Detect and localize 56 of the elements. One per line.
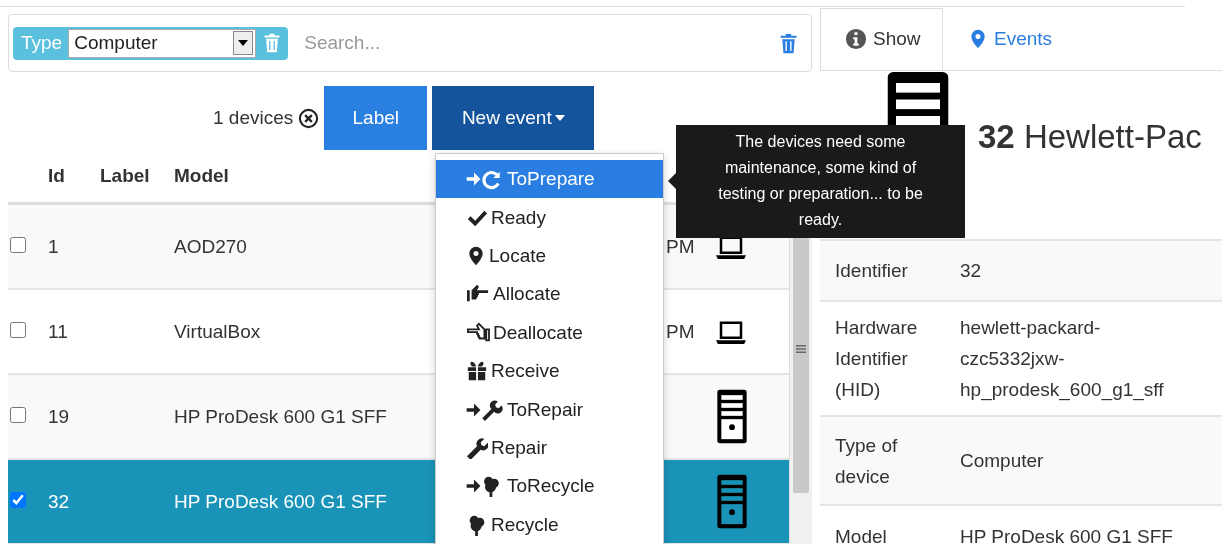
tooltip: The devices need some maintenance, some kind of testing or preparation... to be ready. (668, 125, 965, 238)
field-label: Hardware Identifier (HID) (834, 316, 919, 402)
menu-item[interactable]: Recycle (436, 505, 663, 544)
hand-pointing-icon (466, 321, 490, 344)
search-field[interactable]: Search... (302, 31, 764, 55)
id-cell-text: 19 (48, 405, 71, 428)
time-cell: PM (666, 320, 695, 342)
model-cell: HP ProDesk 600 G1 SFF (174, 490, 387, 512)
row-checkbox[interactable] (10, 321, 26, 338)
column-header: Id (48, 165, 66, 187)
tab[interactable]: Events (943, 8, 1076, 70)
field-value: 32 (960, 259, 983, 283)
field-value: Computer (960, 449, 1045, 473)
desktop-tower-icon (716, 388, 748, 445)
grip-icon (796, 344, 806, 354)
field-value: hewlett-packard-czc5332jxw-hp_prodesk_600_g1_sff (960, 316, 1165, 403)
tab[interactable]: Show (820, 8, 943, 70)
model-cell: AOD270 (174, 235, 247, 257)
label-button[interactable]: Label (324, 86, 428, 150)
laptop-icon (716, 319, 746, 344)
caret-icon (238, 40, 249, 46)
id-cell-text: 11 (48, 320, 69, 343)
info-icon (845, 28, 867, 50)
menu-item[interactable]: ToRepair (436, 390, 663, 429)
type-select[interactable]: Computer (68, 28, 257, 58)
caret-icon (554, 115, 565, 121)
menu-item[interactable]: Deallocate (436, 313, 663, 352)
column-header: Model (174, 165, 229, 187)
time-cell: PM (666, 235, 695, 257)
column-header: Label (100, 165, 151, 187)
field-value: HP ProDesk 600 G1 SFF (960, 524, 1174, 544)
field-label: Identifier (834, 259, 909, 283)
menu-item[interactable]: ToRecycle (436, 467, 663, 506)
device-title: 32 Hewlett-Pac (978, 118, 1202, 156)
gift-icon (466, 360, 488, 383)
new-event-button[interactable]: New event (432, 86, 595, 150)
field-label: Type of device (834, 433, 899, 489)
row-checkbox[interactable] (10, 406, 26, 423)
menu-item[interactable]: ToPrepare (436, 160, 663, 199)
device-count: 1 devices (213, 107, 294, 129)
filter-label: Type (20, 32, 64, 54)
map-pin-icon (968, 27, 988, 51)
menu-item[interactable]: Locate (436, 236, 663, 276)
clear-icon[interactable] (298, 107, 320, 129)
map-pin-icon (466, 244, 486, 267)
arrow-wrench-icon (466, 398, 504, 421)
model-cell: VirtualBox (174, 320, 261, 342)
id-cell-text: 32 (48, 490, 71, 513)
row-checkbox[interactable] (10, 491, 26, 508)
row-checkbox[interactable] (10, 236, 26, 253)
desktop-tower-icon (716, 473, 748, 530)
wrench-icon (466, 436, 488, 459)
model-cell: HP ProDesk 600 G1 SFF (174, 405, 387, 427)
desktop-tower-icon (885, 72, 951, 127)
field-label: Model (834, 524, 888, 544)
id-cell-text: 1 (48, 235, 60, 258)
